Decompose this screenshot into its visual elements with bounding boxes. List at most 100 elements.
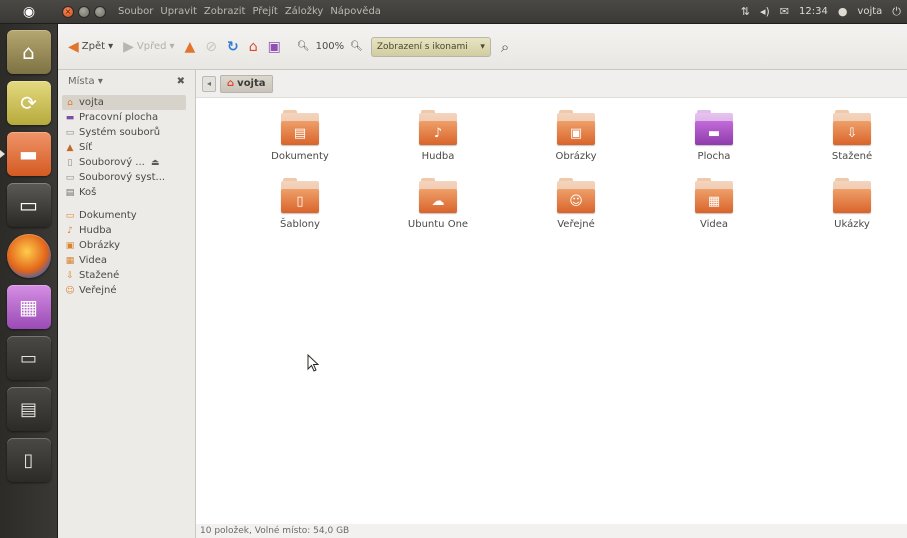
mail-icon[interactable]: ✉: [780, 5, 789, 18]
examples-folder-icon: [833, 178, 871, 214]
sidebar-separator: [62, 200, 195, 208]
sidebar-item-stazene[interactable]: ⇩ Stažené: [62, 268, 195, 283]
menu-zobrazit[interactable]: Zobrazit: [204, 6, 246, 17]
menu-napoveda[interactable]: Nápověda: [330, 6, 381, 17]
videos-folder-icon: ▦: [695, 178, 733, 214]
volume-icon[interactable]: ◂): [760, 5, 770, 18]
sidebar-item-label: Souborový syst...: [79, 172, 166, 183]
sidebar-item-drive-1[interactable]: ▯ Souborový ... ⏏: [62, 155, 195, 170]
home-folder-icon[interactable]: ⌂: [6, 30, 51, 74]
dash-button[interactable]: ◉: [0, 0, 58, 24]
filesystem-icon: ▭: [65, 127, 75, 138]
power-icon[interactable]: ⏻: [892, 5, 901, 19]
menu-upravit[interactable]: Upravit: [160, 6, 197, 17]
update-manager-icon[interactable]: ⟳: [6, 81, 51, 125]
close-icon[interactable]: ✖: [177, 76, 185, 87]
sidebar-item-label: Stažené: [79, 270, 120, 281]
search-icon[interactable]: ⌕: [501, 38, 509, 56]
breadcrumb[interactable]: ⌂ vojta: [220, 74, 273, 93]
breadcrumb-label: vojta: [237, 78, 266, 89]
sidebar-item-obrazky[interactable]: ▣ Obrázky: [62, 238, 195, 253]
reload-icon[interactable]: ↻: [227, 39, 239, 55]
terminal-icon[interactable]: ▭: [6, 183, 51, 227]
sidebar-item-verejne[interactable]: ☺ Veřejné: [62, 283, 195, 298]
indicator-area: ⇅ ◂) ✉ 12:34 ● vojta ⏻: [741, 5, 907, 19]
calendar-icon[interactable]: ▤: [6, 387, 51, 431]
sidebar-item-label: Veřejné: [79, 285, 117, 296]
sidebar-item-label: Dokumenty: [79, 210, 137, 221]
file-item[interactable]: ▦ Videa: [645, 178, 783, 246]
file-manager-window: ◀ Zpět ▾ ▶ Vpřed ▾ ▲ ⊘ ↻ ⌂ ▣ 🔍︎ 100% 🔍︎ …: [58, 24, 907, 538]
home-icon[interactable]: ⌂: [249, 39, 258, 55]
toolbar: ◀ Zpět ▾ ▶ Vpřed ▾ ▲ ⊘ ↻ ⌂ ▣ 🔍︎ 100% 🔍︎ …: [58, 24, 907, 70]
sidebar-mode-select[interactable]: Místa ▾: [68, 76, 103, 87]
arrow-left-icon: ◀: [68, 38, 79, 55]
network-icon[interactable]: ⇅: [741, 5, 750, 18]
view-mode-select[interactable]: Zobrazení s ikonami ▾: [370, 36, 491, 57]
maximize-button[interactable]: [94, 5, 106, 18]
sidebar-header: Místa ▾ ✖: [62, 76, 195, 95]
user-name[interactable]: vojta: [857, 6, 882, 17]
workspaces-icon[interactable]: ▦: [6, 285, 51, 329]
minimize-button[interactable]: [78, 5, 90, 18]
forward-button[interactable]: ▶ Vpřed ▾: [123, 39, 174, 55]
up-arrow-icon[interactable]: ▲: [185, 39, 196, 55]
sidebar-item-trash[interactable]: ▤ Koš: [62, 185, 195, 200]
home-icon: ⌂: [67, 97, 73, 108]
computer-icon[interactable]: ▣: [268, 39, 281, 55]
sidebar-item-dokumenty[interactable]: ▭ Dokumenty: [62, 208, 195, 223]
status-bar: 10 položek, Volné místo: 54,0 GB: [196, 524, 907, 538]
file-label: Obrázky: [555, 151, 597, 162]
sidebar-item-desktop[interactable]: ▬ Pracovní plocha: [62, 110, 195, 125]
file-label: Dokumenty: [271, 151, 329, 162]
content-area[interactable]: ◂ ⌂ vojta ▤ Dokumenty ♪ Hudba ▣ Obrázky: [196, 70, 907, 538]
pictures-folder-icon: ▣: [557, 110, 595, 146]
pictures-icon: ▣: [65, 240, 75, 251]
folder-icon[interactable]: ▭: [6, 336, 51, 380]
sidebar-item-drive-2[interactable]: ▭ Souborový syst...: [62, 170, 195, 185]
sidebar-item-home[interactable]: ⌂ vojta: [62, 95, 186, 110]
chevron-down-icon[interactable]: ▾: [108, 41, 113, 52]
menu-soubor[interactable]: Soubor: [118, 6, 153, 17]
back-button[interactable]: ◀ Zpět ▾: [68, 39, 113, 55]
file-item[interactable]: ▤ Dokumenty: [231, 110, 369, 178]
file-item[interactable]: ▣ Obrázky: [507, 110, 645, 178]
firefox-icon[interactable]: [6, 234, 51, 278]
file-item[interactable]: ☁ Ubuntu One: [369, 178, 507, 246]
forward-label: Vpřed: [136, 41, 167, 52]
sidebar-item-label: Systém souborů: [79, 127, 161, 138]
trash-icon[interactable]: ▯: [6, 438, 51, 482]
chevron-down-icon[interactable]: ▾: [169, 41, 174, 52]
file-item[interactable]: ▯ Šablony: [231, 178, 369, 246]
sidebar-item-network[interactable]: ▲ Síť: [62, 140, 195, 155]
menu-zalozky[interactable]: Záložky: [285, 6, 323, 17]
file-label: Stažené: [831, 151, 873, 162]
desktop-folder-icon: ▬: [695, 110, 733, 146]
zoom-out-icon[interactable]: 🔍︎: [297, 41, 310, 52]
file-item[interactable]: Ukázky: [783, 178, 907, 246]
downloads-icon: ⇩: [66, 270, 74, 281]
file-grid: ▤ Dokumenty ♪ Hudba ▣ Obrázky ▬ Plocha ⇩: [196, 98, 907, 246]
menu-prejit[interactable]: Přejít: [252, 6, 277, 17]
sidebar-item-label: Pracovní plocha: [79, 112, 159, 123]
stop-icon[interactable]: ⊘: [205, 39, 217, 55]
videos-icon: ▦: [65, 255, 75, 266]
file-label: Šablony: [280, 219, 320, 230]
path-scroll-left-icon[interactable]: ◂: [202, 75, 216, 92]
file-item[interactable]: ☺ Veřejné: [507, 178, 645, 246]
eject-icon[interactable]: ⏏: [151, 158, 160, 168]
folder-icon: ▭: [65, 210, 75, 221]
close-button[interactable]: ×: [62, 5, 74, 18]
file-item[interactable]: ♪ Hudba: [369, 110, 507, 178]
user-icon: ●: [837, 5, 848, 18]
sidebar-item-hudba[interactable]: ♪ Hudba: [62, 223, 195, 238]
sidebar-item-filesystem[interactable]: ▭ Systém souborů: [62, 125, 195, 140]
file-item[interactable]: ⇩ Stažené: [783, 110, 907, 178]
file-label: Veřejné: [557, 219, 595, 230]
sidebar-item-label: Síť: [79, 142, 93, 153]
clock[interactable]: 12:34: [799, 6, 828, 17]
sidebar-item-videa[interactable]: ▦ Videa: [62, 253, 195, 268]
file-item[interactable]: ▬ Plocha: [645, 110, 783, 178]
zoom-in-icon[interactable]: 🔍︎: [350, 41, 363, 52]
files-icon[interactable]: ▬: [0, 132, 51, 176]
